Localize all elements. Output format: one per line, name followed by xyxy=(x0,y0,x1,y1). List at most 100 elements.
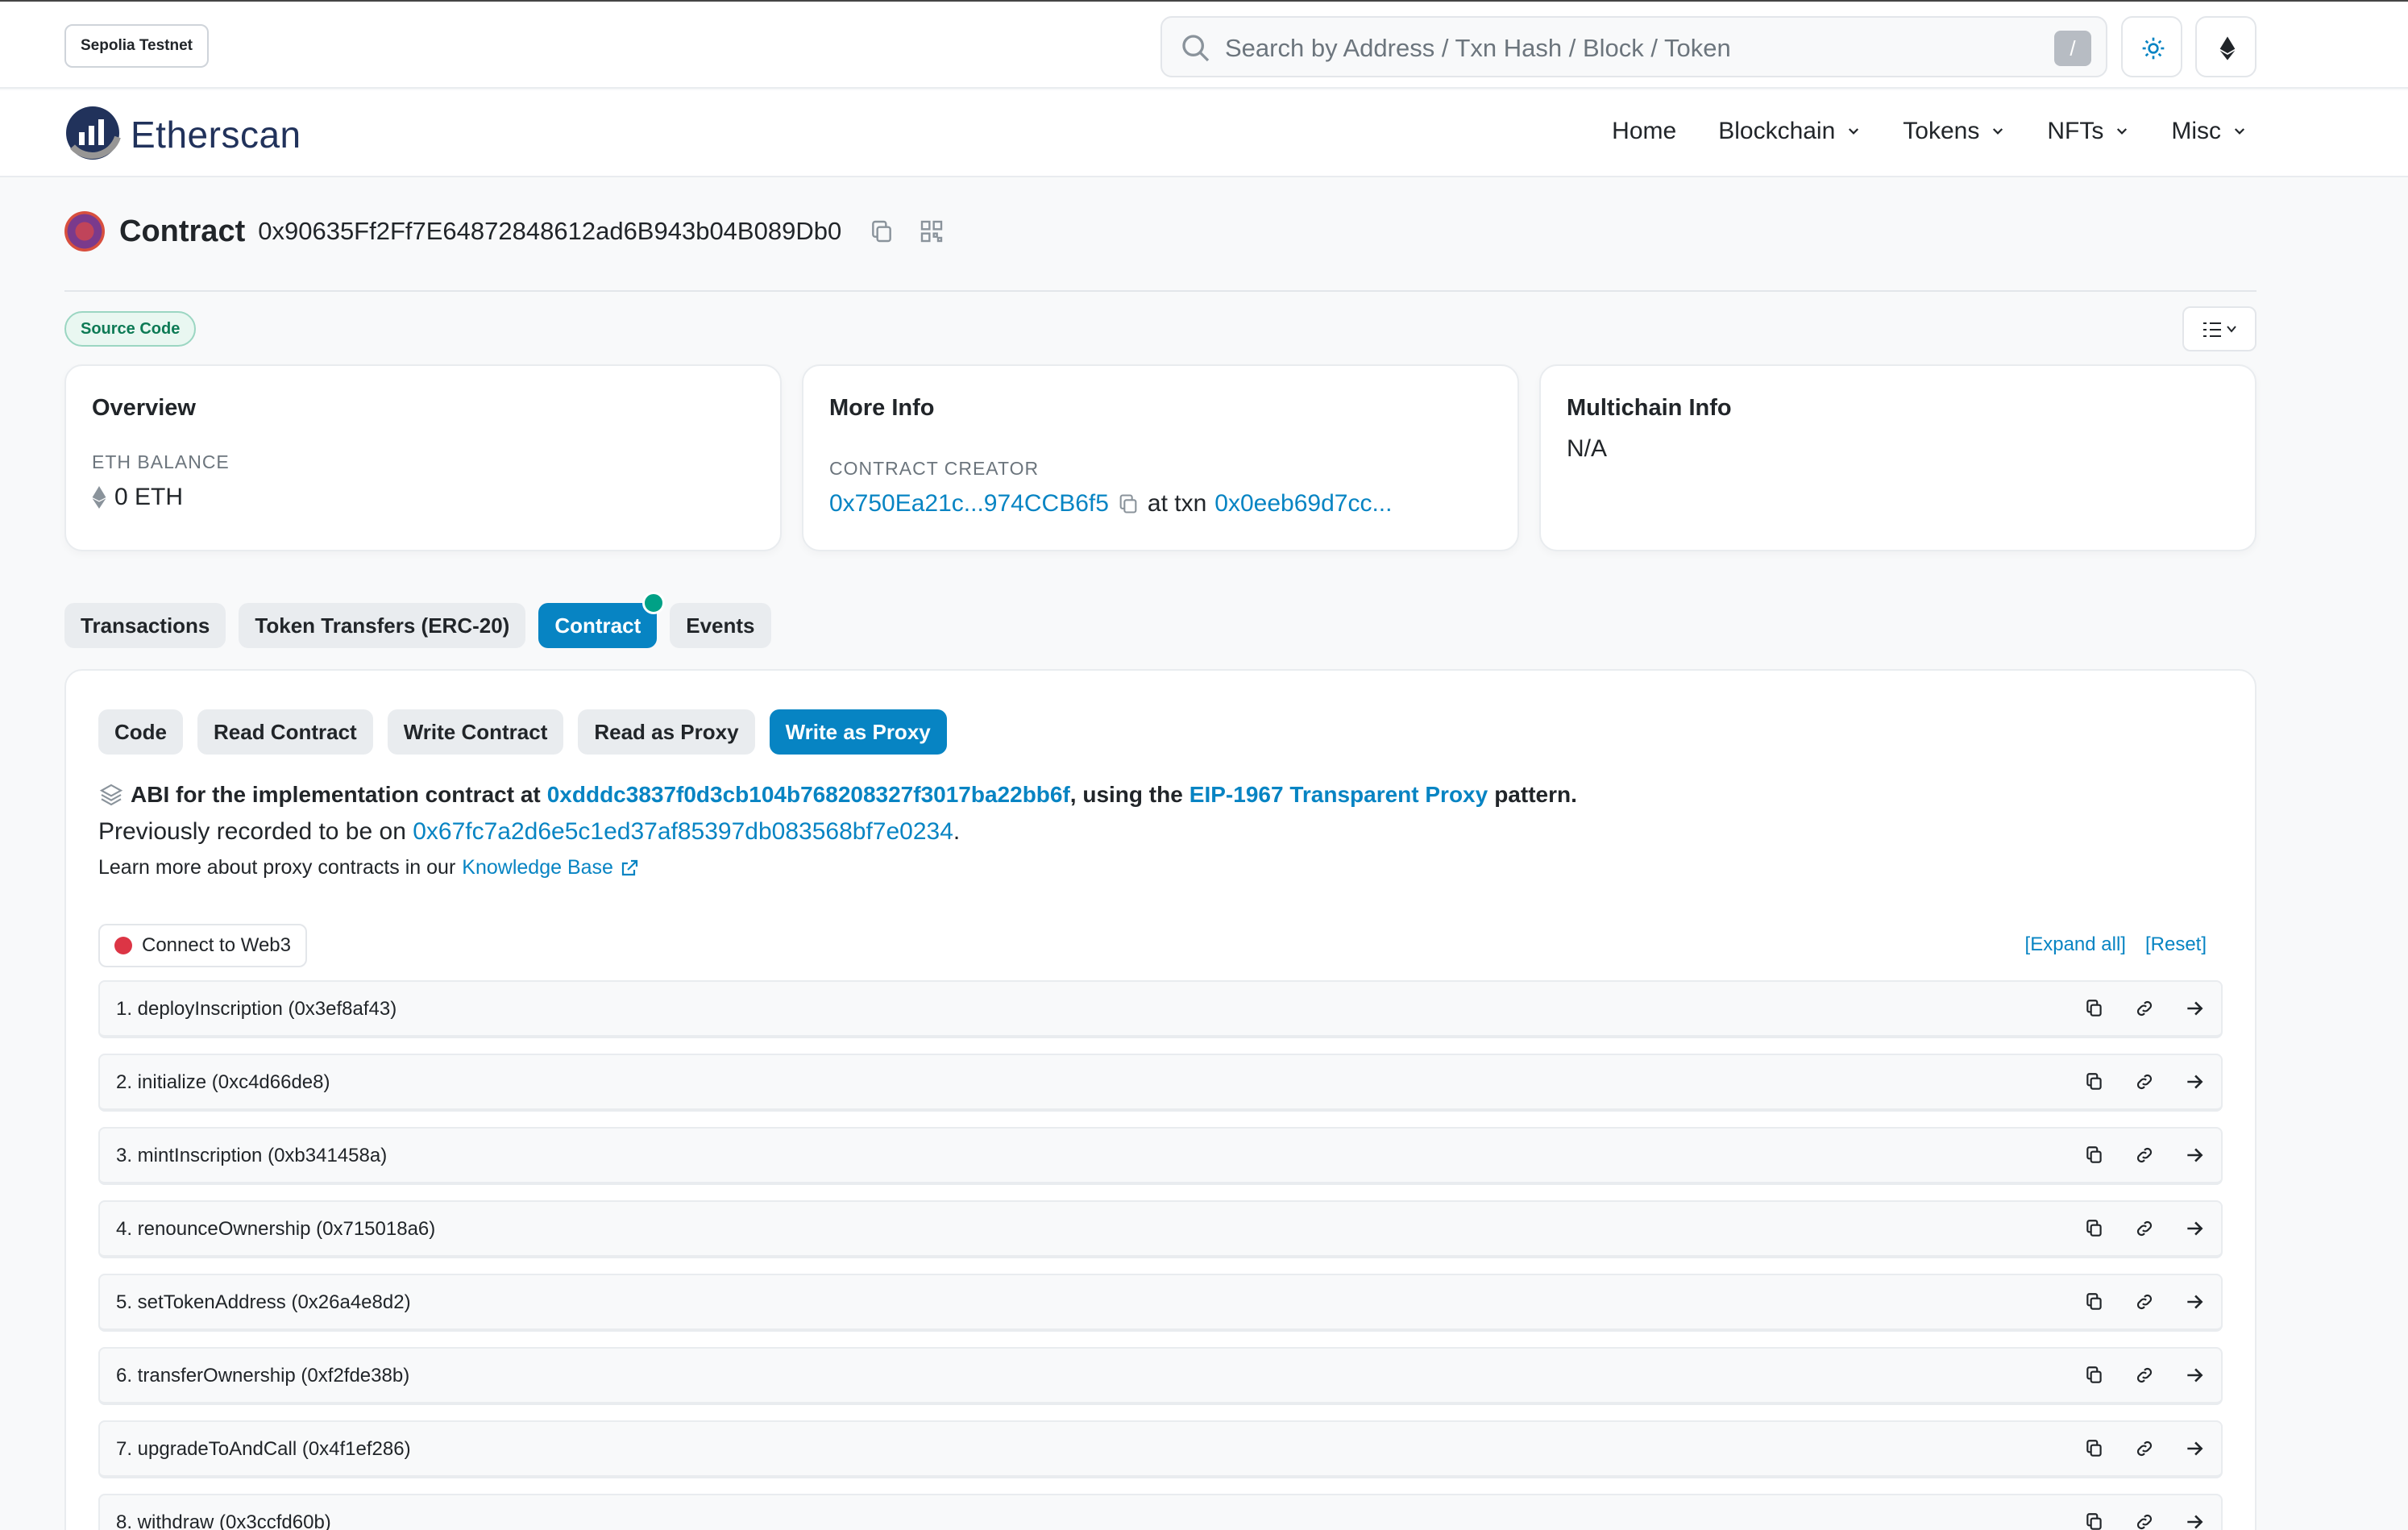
more-info-title: More Info xyxy=(829,395,935,421)
network-switch-button[interactable] xyxy=(2195,16,2256,77)
nav-nfts-label: NFTs xyxy=(2047,118,2104,144)
multichain-value: N/A xyxy=(1567,435,1608,462)
copy-icon[interactable] xyxy=(869,218,895,244)
link-icon[interactable] xyxy=(2134,1438,2155,1459)
copy-icon[interactable] xyxy=(2084,1218,2105,1239)
arrow-right-icon[interactable] xyxy=(2184,1291,2205,1312)
link-icon[interactable] xyxy=(2134,1291,2155,1312)
overview-title: Overview xyxy=(92,395,196,421)
eth-balance-label: ETH BALANCE xyxy=(92,451,230,472)
copy-icon[interactable] xyxy=(2084,1291,2105,1312)
brand-name: Etherscan xyxy=(131,114,301,156)
abi-prefix: ABI for the implementation contract at xyxy=(131,782,541,807)
disconnected-status-icon xyxy=(114,937,132,954)
search-input[interactable]: Search by Address / Txn Hash / Block / T… xyxy=(1225,34,1731,63)
copy-icon[interactable] xyxy=(2084,1071,2105,1092)
function-list: 1. deployInscription (0x3ef8af43) 2. ini… xyxy=(98,980,2223,1530)
prev-prefix: Previously recorded to be on xyxy=(98,818,406,845)
subtab-write-contract[interactable]: Write Contract xyxy=(387,709,564,755)
link-icon[interactable] xyxy=(2134,1071,2155,1092)
link-icon[interactable] xyxy=(2134,1145,2155,1166)
layers-icon xyxy=(99,784,123,806)
abi-info-line: ABI for the implementation contract at 0… xyxy=(98,782,1577,808)
function-label: 3. mintInscription (0xb341458a) xyxy=(116,1145,388,1166)
subtab-code[interactable]: Code xyxy=(98,709,183,755)
contract-creator-value: 0x750Ea21c...974CCB6f5 at txn 0x0eeb69d7… xyxy=(829,490,1392,518)
function-label: 2. initialize (0xc4d66de8) xyxy=(116,1071,330,1093)
function-row[interactable]: 5. setTokenAddress (0x26a4e8d2) xyxy=(98,1274,2223,1332)
subtab-read-contract[interactable]: Read Contract xyxy=(197,709,373,755)
expand-all-link[interactable]: [Expand all] xyxy=(2025,933,2126,956)
arrow-right-icon[interactable] xyxy=(2184,1438,2205,1459)
arrow-right-icon[interactable] xyxy=(2184,1218,2205,1239)
qr-code-icon[interactable] xyxy=(919,218,945,244)
subtab-read-as-proxy[interactable]: Read as Proxy xyxy=(578,709,755,755)
tab-contract[interactable]: Contract xyxy=(538,592,666,648)
nav-misc[interactable]: Misc xyxy=(2171,118,2247,145)
connect-web3-label: Connect to Web3 xyxy=(142,934,292,956)
chevron-down-icon xyxy=(2234,128,2245,135)
function-row[interactable]: 2. initialize (0xc4d66de8) xyxy=(98,1054,2223,1112)
function-label: 5. setTokenAddress (0x26a4e8d2) xyxy=(116,1291,411,1313)
nav-tokens-label: Tokens xyxy=(1903,118,1980,144)
copy-icon[interactable] xyxy=(2084,998,2105,1019)
knowledge-base-link[interactable]: Knowledge Base xyxy=(462,856,613,879)
overview-card: Overview ETH BALANCE 0 ETH xyxy=(64,364,782,551)
sun-icon xyxy=(2142,37,2165,60)
search-box[interactable]: Search by Address / Txn Hash / Block / T… xyxy=(1160,16,2107,77)
prev-suffix: . xyxy=(953,818,961,845)
source-code-badge[interactable]: Source Code xyxy=(64,311,197,347)
function-row[interactable]: 1. deployInscription (0x3ef8af43) xyxy=(98,980,2223,1038)
arrow-right-icon[interactable] xyxy=(2184,1145,2205,1166)
eth-balance-amount: 0 ETH xyxy=(114,484,184,510)
nav-blockchain[interactable]: Blockchain xyxy=(1718,118,1861,145)
creation-txn-link[interactable]: 0x0eeb69d7cc... xyxy=(1214,490,1392,518)
function-row[interactable]: 8. withdraw (0x3ccfd60b) xyxy=(98,1494,2223,1530)
contract-subtabs: Code Read Contract Write Contract Read a… xyxy=(98,709,947,755)
arrow-right-icon[interactable] xyxy=(2184,1071,2205,1092)
function-label: 6. transferOwnership (0xf2fde38b) xyxy=(116,1365,410,1387)
previous-implementation-line: Previously recorded to be on 0x67fc7a2d6… xyxy=(98,818,960,846)
nav-nfts[interactable]: NFTs xyxy=(2047,118,2129,145)
theme-toggle-button[interactable] xyxy=(2121,16,2182,77)
multichain-info-card: Multichain Info N/A xyxy=(1539,364,2256,551)
function-row[interactable]: 4. renounceOwnership (0x715018a6) xyxy=(98,1200,2223,1258)
tab-contract-label: Contract xyxy=(554,613,641,638)
function-row[interactable]: 7. upgradeToAndCall (0x4f1ef286) xyxy=(98,1420,2223,1478)
previous-address-link[interactable]: 0x67fc7a2d6e5c1ed37af85397db083568bf7e02… xyxy=(413,818,953,845)
nav-tokens[interactable]: Tokens xyxy=(1903,118,2005,145)
proxy-pattern-link[interactable]: EIP-1967 Transparent Proxy xyxy=(1189,782,1488,808)
copy-icon[interactable] xyxy=(2084,1438,2105,1459)
tab-transactions[interactable]: Transactions xyxy=(64,603,226,648)
network-badge[interactable]: Sepolia Testnet xyxy=(64,24,210,68)
function-row[interactable]: 3. mintInscription (0xb341458a) xyxy=(98,1127,2223,1185)
more-options-button[interactable] xyxy=(2182,306,2256,351)
subtab-write-as-proxy[interactable]: Write as Proxy xyxy=(769,709,947,755)
link-icon[interactable] xyxy=(2134,1218,2155,1239)
tab-token-transfers[interactable]: Token Transfers (ERC-20) xyxy=(239,603,526,648)
multichain-title: Multichain Info xyxy=(1567,395,1732,421)
copy-icon[interactable] xyxy=(2084,1145,2105,1166)
eth-balance-value: 0 ETH xyxy=(92,484,183,511)
learn-prefix: Learn more about proxy contracts in our xyxy=(98,856,456,879)
connect-web3-button[interactable]: Connect to Web3 xyxy=(98,924,308,967)
contract-creator-label: CONTRACT CREATOR xyxy=(829,458,1040,479)
copy-icon[interactable] xyxy=(2084,1365,2105,1386)
reset-link[interactable]: [Reset] xyxy=(2145,933,2207,956)
external-link-icon[interactable] xyxy=(620,859,639,878)
copy-icon[interactable] xyxy=(2084,1511,2105,1530)
page-header: Contract 0x90635Ff2Ff7E64872848612ad6B94… xyxy=(64,211,969,252)
arrow-right-icon[interactable] xyxy=(2184,1365,2205,1386)
copy-icon[interactable] xyxy=(1117,493,1140,515)
function-row[interactable]: 6. transferOwnership (0xf2fde38b) xyxy=(98,1347,2223,1405)
arrow-right-icon[interactable] xyxy=(2184,1511,2205,1530)
implementation-address-link[interactable]: 0xdddc3837f0d3cb104b768208327f3017ba22bb… xyxy=(547,782,1070,808)
link-icon[interactable] xyxy=(2134,1511,2155,1530)
arrow-right-icon[interactable] xyxy=(2184,998,2205,1019)
link-icon[interactable] xyxy=(2134,1365,2155,1386)
link-icon[interactable] xyxy=(2134,998,2155,1019)
verified-check-icon xyxy=(642,592,666,614)
nav-home[interactable]: Home xyxy=(1612,118,1676,145)
tab-events[interactable]: Events xyxy=(670,603,771,648)
creator-address-link[interactable]: 0x750Ea21c...974CCB6f5 xyxy=(829,490,1109,518)
